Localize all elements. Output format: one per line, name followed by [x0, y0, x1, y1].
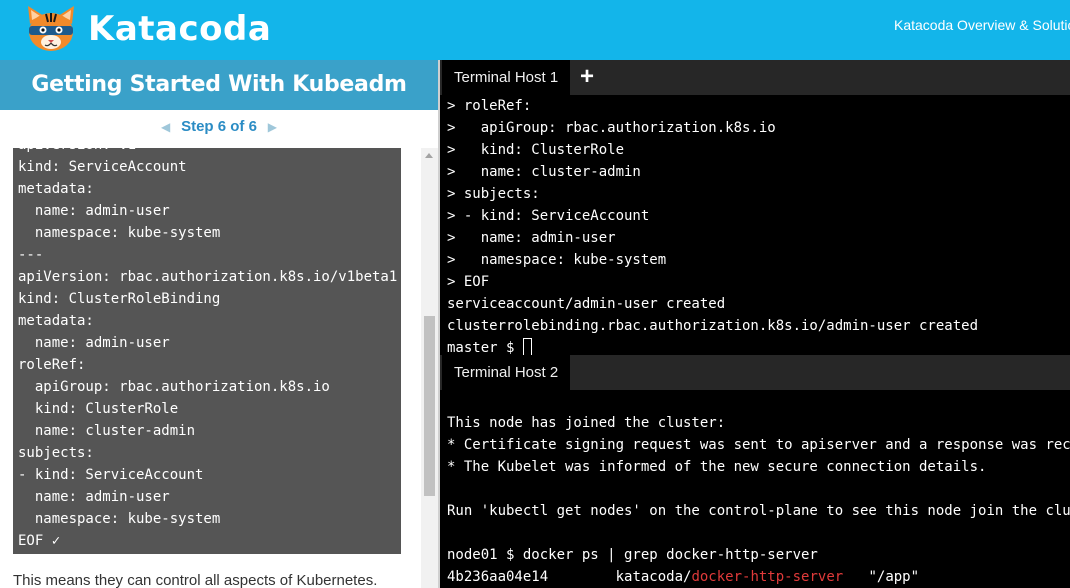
terminal-output-line: > subjects: — [447, 186, 540, 202]
code-line: metadata: — [18, 313, 94, 329]
code-line: namespace: kube-system — [18, 225, 221, 241]
step-indicator: Step 6 of 6 — [181, 118, 257, 136]
terminal-cursor — [522, 338, 532, 355]
grep-match-highlight: docker-http-server — [691, 569, 844, 585]
terminal-prompt-line: master $ — [440, 337, 1070, 355]
code-line: kind: ClusterRoleBinding — [18, 291, 221, 307]
code-line: name: cluster-admin — [18, 423, 196, 439]
terminal-output-line: node01 $ docker ps | grep docker-http-se… — [447, 547, 818, 563]
code-line: metadata: — [18, 181, 94, 197]
chevron-left-icon[interactable]: ◀ — [159, 120, 173, 134]
terminal-host-2-output[interactable]: This node has joined the cluster: * Certi… — [440, 390, 1070, 588]
terminal-prompt: master $ — [447, 340, 523, 355]
terminal-output-line: > namespace: kube-system — [447, 252, 667, 268]
code-line: roleRef: — [18, 357, 86, 373]
scrollbar-thumb[interactable] — [424, 316, 435, 496]
image-prefix: katacoda/ — [615, 569, 692, 585]
container-command: "/app" — [868, 569, 920, 585]
terminal-output-line: This node has joined the cluster: — [447, 415, 726, 431]
chevron-right-icon[interactable]: ▶ — [265, 120, 279, 134]
container-id: 4b236aa04e14 — [447, 569, 549, 585]
terminal-output-line: * Certificate signing request was sent t… — [447, 437, 1070, 453]
terminal-output-line: > roleRef: — [447, 98, 532, 114]
terminal-output-line: > name: admin-user — [447, 230, 616, 246]
code-snippet[interactable]: apiVersion: v1 kind: ServiceAccount metada… — [13, 148, 401, 554]
terminal-area: Terminal Host 1 + > roleRef: > apiGroup: … — [440, 60, 1070, 588]
brand-name[interactable]: Katacoda — [88, 9, 271, 49]
code-line: apiVersion: rbac.authorization.k8s.io/v1… — [18, 269, 398, 285]
code-line: apiGroup: rbac.authorization.k8s.io — [18, 379, 330, 395]
scroll-up-arrow-icon[interactable] — [425, 153, 433, 158]
terminal-output-line: > EOF — [447, 274, 490, 290]
terminal-output-line: > apiGroup: rbac.authorization.k8s.io — [447, 120, 776, 136]
terminal-output-line: > name: cluster-admin — [447, 164, 641, 180]
code-line: kind: ServiceAccount — [18, 159, 187, 175]
code-line: kind: ClusterRole — [18, 401, 179, 417]
scenario-title: Getting Started With Kubeadm — [0, 60, 438, 110]
terminal-output-line: > kind: ClusterRole — [447, 142, 625, 158]
code-line: - kind: ServiceAccount — [18, 467, 204, 483]
terminal-host-1-output[interactable]: > roleRef: > apiGroup: rbac.authorization… — [440, 95, 1070, 355]
overview-solutions-link[interactable]: Katacoda Overview & Solutions — [894, 17, 1070, 33]
code-line: --- — [18, 247, 44, 263]
code-line: subjects: — [18, 445, 94, 461]
instructions-scrollbar[interactable] — [421, 148, 438, 588]
terminal-1-tabbar: Terminal Host 1 + — [440, 60, 1070, 95]
step-body-text: This means they can control all aspects … — [13, 572, 378, 588]
code-line: name: admin-user — [18, 203, 170, 219]
code-line: apiVersion: v1 — [18, 148, 397, 156]
top-header: Katacoda Katacoda Overview & Solutions — [0, 0, 1070, 60]
tab-terminal-host-2[interactable]: Terminal Host 2 — [442, 355, 570, 390]
code-line: name: admin-user — [18, 489, 170, 505]
terminal-output-line: Run 'kubectl get nodes' on the control-p… — [447, 503, 1070, 519]
terminal-output-line: > - kind: ServiceAccount — [447, 208, 650, 224]
terminal-output-line: serviceaccount/admin-user created — [447, 296, 726, 312]
code-line: namespace: kube-system — [18, 511, 221, 527]
instructions-pane: Getting Started With Kubeadm ◀ Step 6 of… — [0, 60, 438, 588]
step-navigator: ◀ Step 6 of 6 ▶ — [0, 118, 438, 142]
code-line: name: admin-user — [18, 335, 170, 351]
code-line: EOF ✓ — [18, 533, 61, 549]
katacoda-logo-icon[interactable] — [22, 4, 80, 56]
terminal-output-line: clusterrolebinding.rbac.authorization.k8… — [447, 318, 979, 334]
tab-terminal-host-1[interactable]: Terminal Host 1 — [442, 60, 570, 95]
plus-icon[interactable]: + — [580, 65, 600, 89]
terminal-output-line: * The Kubelet was informed of the new se… — [447, 459, 987, 475]
terminal-2-tabbar: Terminal Host 2 — [440, 355, 1070, 390]
docker-ps-result-row: 4b236aa04e14 katacoda/docker-http-server… — [440, 566, 1070, 588]
